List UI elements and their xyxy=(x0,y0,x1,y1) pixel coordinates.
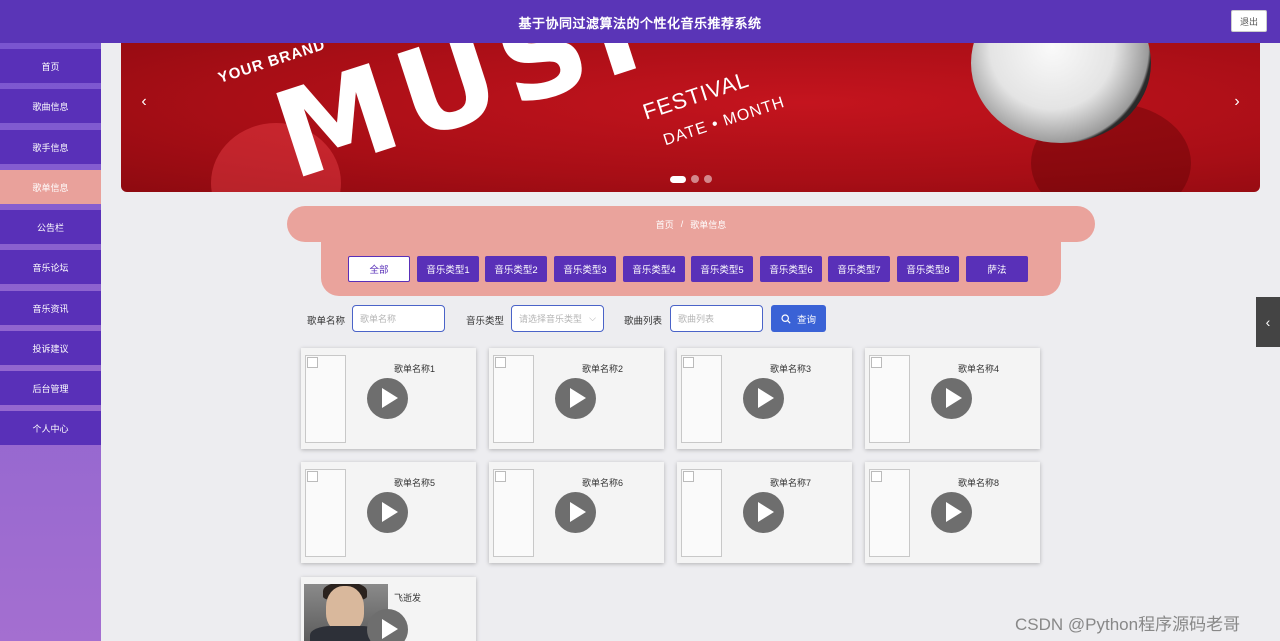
playlist-card-title: 歌单名称1 xyxy=(394,364,436,374)
play-icon[interactable] xyxy=(931,378,972,419)
sidebar-item-forum[interactable]: 音乐论坛 xyxy=(0,250,101,284)
music-type-select[interactable]: 请选择音乐类型 ⌵ xyxy=(511,305,604,332)
sidebar-item-notices[interactable]: 公告栏 xyxy=(0,210,101,244)
playlist-card-title: 歌单名称7 xyxy=(770,478,812,488)
playlist-card[interactable]: 歌单名称1 xyxy=(301,348,476,449)
playlist-card[interactable]: 歌单名称7 xyxy=(677,462,852,563)
playlist-thumbnail xyxy=(493,469,534,557)
carousel-dot[interactable] xyxy=(691,175,699,183)
playlist-card[interactable]: 歌单名称3 xyxy=(677,348,852,449)
category-button[interactable]: 萨法 xyxy=(966,256,1028,282)
play-icon[interactable] xyxy=(555,492,596,533)
banner-carousel[interactable]: YOUR BRAND MUSI FESTIVAL DATE • MONTH ‹ … xyxy=(121,43,1260,192)
query-button[interactable]: 查询 xyxy=(771,305,826,332)
playlist-thumbnail xyxy=(869,469,910,557)
watermark: CSDN @Python程序源码老哥 xyxy=(1015,615,1241,634)
music-type-label: 音乐类型 xyxy=(466,316,505,327)
sidebar-item-admin[interactable]: 后台管理 xyxy=(0,371,101,405)
top-bar: 基于协同过滤算法的个性化音乐推荐系统 退出 xyxy=(0,0,1280,43)
carousel-next-icon[interactable]: › xyxy=(1227,93,1247,111)
playlist-card[interactable]: 歌单名称2 xyxy=(489,348,664,449)
sidebar-item-news[interactable]: 音乐资讯 xyxy=(0,291,101,325)
play-icon[interactable] xyxy=(367,492,408,533)
sidebar-item-home[interactable]: 首页 xyxy=(0,49,101,83)
sidebar-item-songs[interactable]: 歌曲信息 xyxy=(0,89,101,123)
playlist-card[interactable]: 歌单名称5 xyxy=(301,462,476,563)
playlist-card-title: 歌单名称6 xyxy=(582,478,624,488)
carousel-indicators xyxy=(670,175,712,183)
sidebar-item-profile[interactable]: 个人中心 xyxy=(0,411,101,445)
carousel-prev-icon[interactable]: ‹ xyxy=(134,93,154,111)
breadcrumb-current: 歌单信息 xyxy=(690,219,727,230)
play-icon[interactable] xyxy=(931,492,972,533)
playlist-thumbnail xyxy=(869,355,910,443)
search-icon xyxy=(781,313,791,324)
category-button[interactable]: 音乐类型3 xyxy=(554,256,616,282)
category-button[interactable]: 音乐类型6 xyxy=(760,256,822,282)
playlist-card-title: 歌单名称2 xyxy=(582,364,624,374)
breadcrumb-home[interactable]: 首页 xyxy=(656,218,674,231)
breadcrumb: 首页 / 歌单信息 xyxy=(287,206,1095,242)
playlist-card-title: 歌单名称5 xyxy=(394,478,436,488)
playlist-thumbnail xyxy=(305,469,346,557)
logout-button[interactable]: 退出 xyxy=(1231,10,1267,32)
breadcrumb-separator: / xyxy=(680,219,684,229)
carousel-dot[interactable] xyxy=(704,175,712,183)
playlist-card-title: 飞逝发 xyxy=(394,593,422,603)
playlist-thumbnail xyxy=(681,355,722,443)
category-button[interactable]: 音乐类型7 xyxy=(828,256,890,282)
playlist-card[interactable]: 歌单名称4 xyxy=(865,348,1040,449)
music-type-placeholder: 请选择音乐类型 xyxy=(519,314,583,324)
category-filter: 全部 音乐类型1 音乐类型2 音乐类型3 音乐类型4 音乐类型5 音乐类型6 音… xyxy=(321,241,1061,296)
side-panel-toggle[interactable]: ‹ xyxy=(1256,297,1280,347)
play-icon[interactable] xyxy=(555,378,596,419)
playlist-card[interactable]: 歌单名称6 xyxy=(489,462,664,563)
playlist-thumbnail xyxy=(305,355,346,443)
category-button[interactable]: 音乐类型2 xyxy=(485,256,547,282)
play-icon[interactable] xyxy=(743,378,784,419)
playlist-card-title: 歌单名称8 xyxy=(958,478,1000,488)
play-icon[interactable] xyxy=(367,609,408,641)
query-button-label: 查询 xyxy=(796,314,816,326)
playlist-thumbnail xyxy=(493,355,534,443)
play-icon[interactable] xyxy=(367,378,408,419)
song-list-label: 歌曲列表 xyxy=(624,316,663,327)
play-icon[interactable] xyxy=(743,492,784,533)
playlist-card-title: 歌单名称4 xyxy=(958,364,1000,374)
category-button[interactable]: 音乐类型4 xyxy=(623,256,685,282)
playlist-thumbnail xyxy=(681,469,722,557)
song-list-input[interactable]: 歌曲列表 xyxy=(670,305,763,332)
playlist-name-label: 歌单名称 xyxy=(307,316,346,327)
sidebar-item-singers[interactable]: 歌手信息 xyxy=(0,130,101,164)
playlist-card[interactable]: 飞逝发 xyxy=(301,577,476,641)
sidebar-item-complaints[interactable]: 投诉建议 xyxy=(0,331,101,365)
category-all-button[interactable]: 全部 xyxy=(348,256,410,282)
playlist-card[interactable]: 歌单名称8 xyxy=(865,462,1040,563)
playlist-card-title: 歌单名称3 xyxy=(770,364,812,374)
category-button[interactable]: 音乐类型8 xyxy=(897,256,959,282)
carousel-dot[interactable] xyxy=(670,175,686,183)
chevron-down-icon: ⌵ xyxy=(589,313,596,323)
sidebar: 首页 歌曲信息 歌手信息 歌单信息 公告栏 音乐论坛 音乐资讯 投诉建议 后台管… xyxy=(0,43,101,641)
category-button[interactable]: 音乐类型1 xyxy=(417,256,479,282)
sidebar-item-playlists[interactable]: 歌单信息 xyxy=(0,170,101,204)
playlist-name-input[interactable]: 歌单名称 xyxy=(352,305,445,332)
category-button[interactable]: 音乐类型5 xyxy=(691,256,753,282)
app-title: 基于协同过滤算法的个性化音乐推荐系统 xyxy=(518,16,762,31)
banner-main-text: MUSI xyxy=(258,43,664,192)
chevron-left-icon: ‹ xyxy=(1265,314,1271,330)
